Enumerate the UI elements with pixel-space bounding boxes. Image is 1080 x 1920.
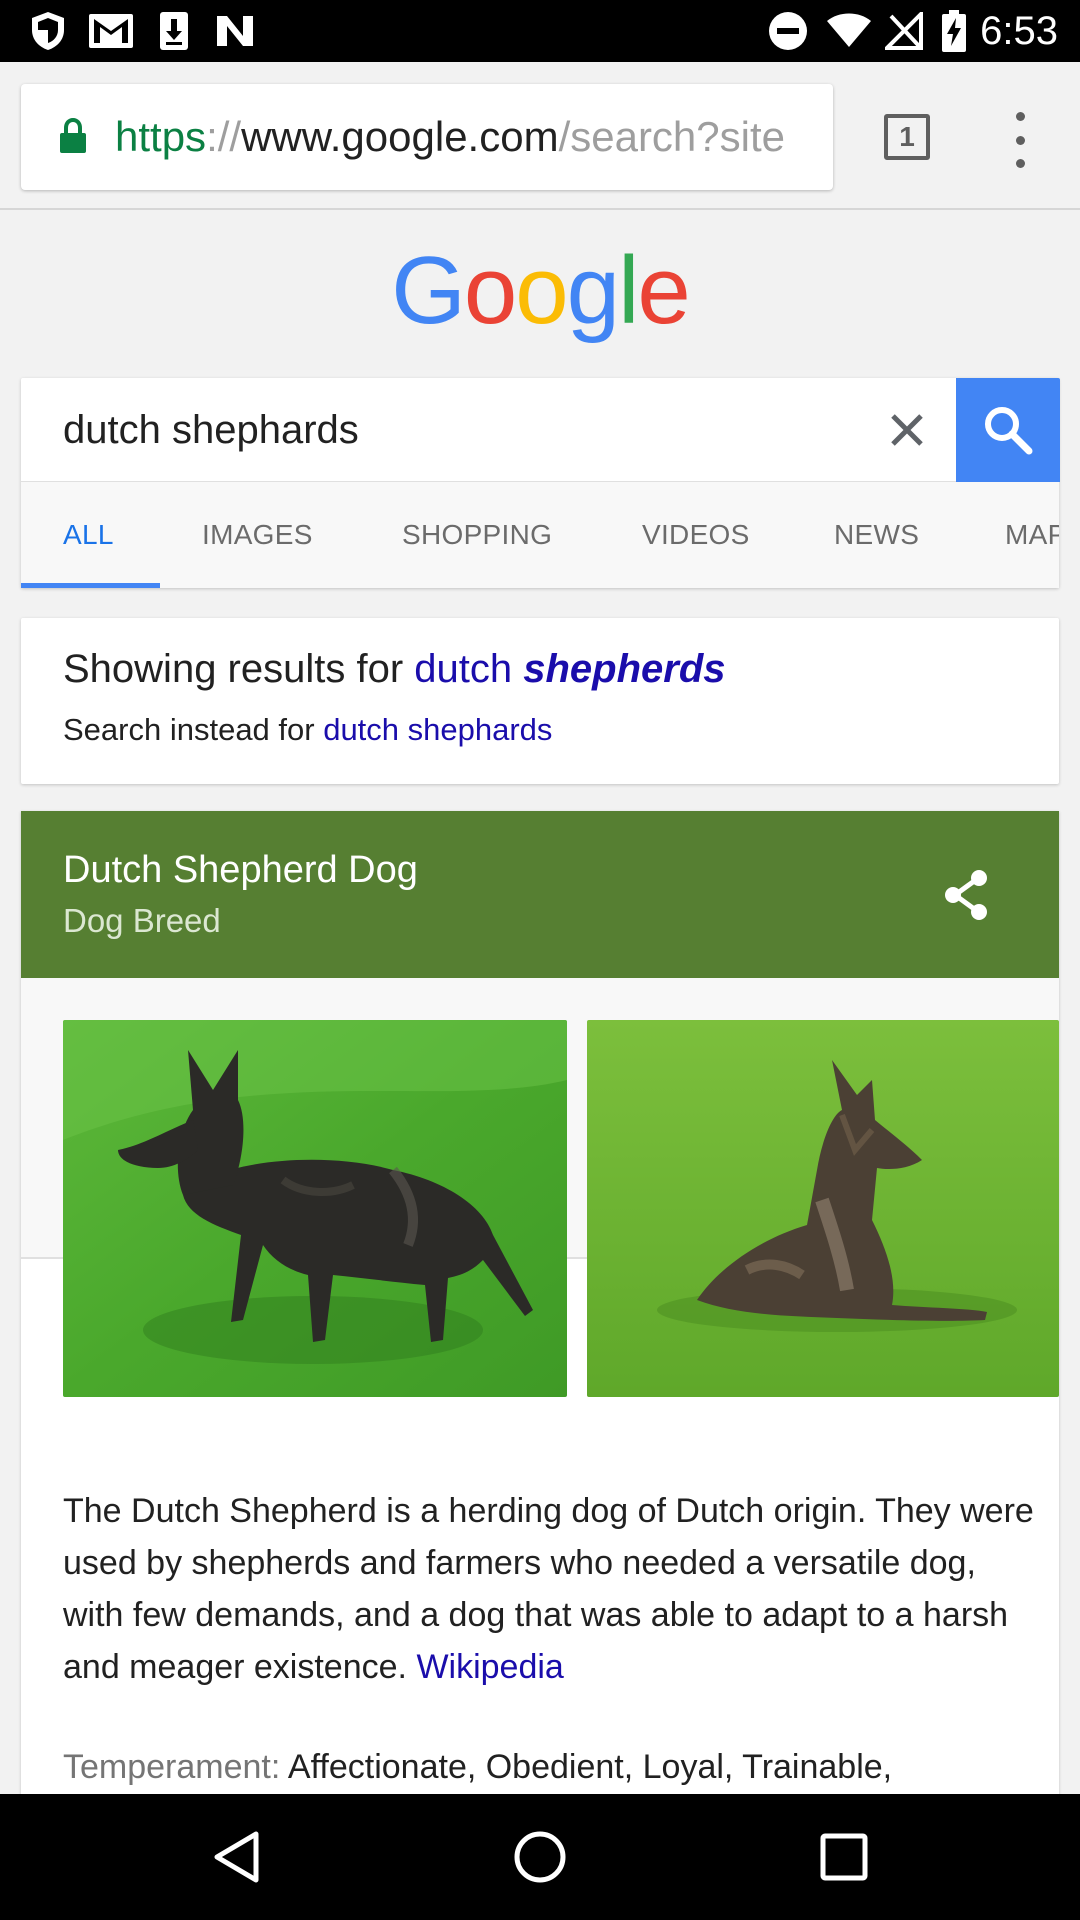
search-instead-text: Search instead for dutch shephards <box>63 712 553 747</box>
temperament-value: Affectionate, Obedient, Loyal, Trainable… <box>280 1748 893 1786</box>
navigation-bar <box>0 1794 1080 1920</box>
wikipedia-link[interactable]: Wikipedia <box>416 1648 563 1686</box>
corrected-query-link[interactable]: dutch shepherds <box>414 647 725 691</box>
no-signal-icon <box>884 10 924 52</box>
showing-results-text: Showing results for dutch shepherds <box>63 647 726 691</box>
tab-videos[interactable]: VIDEOS <box>642 482 750 588</box>
battery-charging-icon <box>940 10 968 52</box>
status-time: 6:53 <box>980 9 1058 53</box>
tab-count: 1 <box>899 121 915 152</box>
search-button[interactable] <box>956 378 1060 482</box>
url-text: https://www.google.com/search?site <box>115 113 786 160</box>
active-tab-indicator <box>21 583 160 588</box>
search-icon <box>985 407 1033 455</box>
tab-images[interactable]: IMAGES <box>202 482 313 588</box>
download-icon <box>158 10 190 52</box>
close-icon <box>891 414 923 446</box>
entity-description: The Dutch Shepherd is a herding dog of D… <box>63 1492 1034 1686</box>
entity-subtitle: Dog Breed <box>63 902 221 939</box>
search-input[interactable] <box>63 402 843 458</box>
spelling-correction-card: Showing results for dutch shepherds Sear… <box>21 618 1059 784</box>
temperament-row: Temperament: Affectionate, Obedient, Loy… <box>63 1741 1053 1793</box>
tab-news[interactable]: NEWS <box>834 482 919 588</box>
do-not-disturb-icon <box>766 10 810 52</box>
n-app-icon <box>214 10 256 52</box>
recents-icon <box>820 1833 868 1881</box>
shield-icon <box>28 10 68 52</box>
dog-image-standing[interactable] <box>63 1020 567 1397</box>
tab-shopping[interactable]: SHOPPING <box>402 482 552 588</box>
recents-button[interactable] <box>811 1824 877 1890</box>
dog-image-lying[interactable] <box>587 1020 1059 1397</box>
entity-title: Dutch Shepherd Dog <box>63 849 418 891</box>
tab-all[interactable]: ALL <box>63 482 114 588</box>
knowledge-panel-header[interactable]: Dutch Shepherd Dog Dog Breed <box>21 811 1059 978</box>
image-carousel <box>21 978 1059 1397</box>
wifi-icon <box>826 10 872 52</box>
knowledge-panel: Dutch Shepherd Dog Dog Breed The Dutch S… <box>21 811 1059 1920</box>
tab-switcher-button[interactable]: 1 <box>884 114 930 160</box>
search-row <box>21 378 1060 482</box>
back-button[interactable] <box>203 1824 269 1890</box>
back-icon <box>214 1831 259 1883</box>
search-tabs: ALL IMAGES SHOPPING VIDEOS NEWS MAPS <box>21 482 1059 588</box>
tab-maps[interactable]: MAPS <box>1005 482 1059 588</box>
browser-toolbar: https://www.google.com/search?site 1 <box>0 62 1080 210</box>
status-bar: 6:53 <box>0 0 1080 62</box>
temperament-label: Temperament: <box>63 1748 281 1786</box>
original-query-link[interactable]: dutch shephards <box>323 712 552 747</box>
home-icon <box>514 1831 566 1883</box>
address-bar[interactable]: https://www.google.com/search?site <box>21 84 833 190</box>
google-logo[interactable]: Google <box>0 236 1080 346</box>
gmail-icon <box>88 10 134 52</box>
share-icon <box>945 870 987 920</box>
overflow-menu-button[interactable] <box>1000 112 1040 168</box>
clear-search-button[interactable] <box>883 406 931 454</box>
home-button[interactable] <box>507 1824 573 1890</box>
search-card: ALL IMAGES SHOPPING VIDEOS NEWS MAPS <box>21 378 1060 588</box>
lock-icon <box>59 117 87 159</box>
share-button[interactable] <box>937 865 997 925</box>
